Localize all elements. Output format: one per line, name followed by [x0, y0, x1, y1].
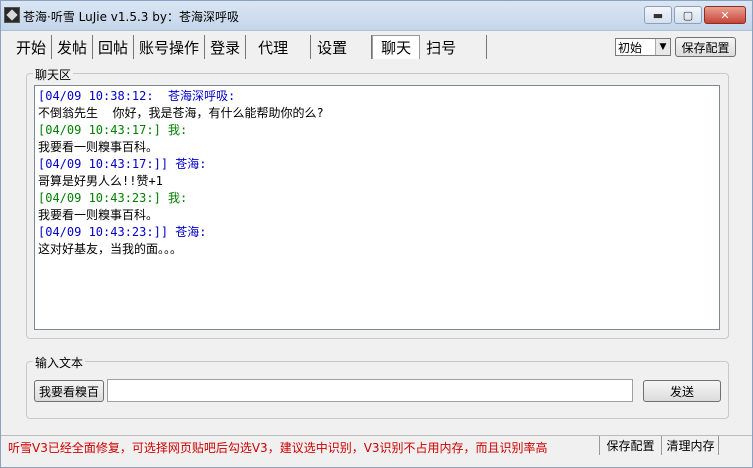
chat-group: 聊天区 [04/09 10:38:12: 苍海深呼吸: 不倒翁先生 你好，我是苍…	[26, 66, 729, 339]
chat-line: [04/09 10:43:17:] 我:	[38, 123, 188, 137]
tab-scan[interactable]: 扫号	[420, 35, 488, 59]
quick-message-button[interactable]: 我要看糗百	[34, 380, 104, 402]
tab-reply[interactable]: 回帖	[93, 35, 135, 59]
tab-post[interactable]: 发帖	[52, 35, 94, 59]
tab-chat[interactable]: 聊天	[372, 35, 421, 59]
chat-line: [04/09 10:43:23:]] 苍海:	[38, 225, 207, 239]
maximize-button[interactable]: ▢	[674, 6, 702, 24]
close-button[interactable]: ✕	[704, 6, 746, 24]
tab-start[interactable]: 开始	[1, 35, 53, 59]
tab-proxy[interactable]: 代理	[246, 35, 312, 59]
chat-log[interactable]: [04/09 10:38:12: 苍海深呼吸: 不倒翁先生 你好，我是苍海，有什…	[34, 85, 720, 330]
input-group-title: 输入文本	[33, 354, 86, 371]
close-icon: ✕	[720, 8, 730, 22]
app-icon	[4, 7, 20, 23]
chat-line: 不倒翁先生 你好，我是苍海，有什么能帮助你的么?	[38, 106, 324, 120]
tab-account[interactable]: 账号操作	[134, 35, 206, 59]
minimize-button[interactable]: ▬	[644, 6, 672, 24]
send-button[interactable]: 发送	[643, 380, 721, 402]
title-bar[interactable]: 苍海·听雪 LuJie v1.5.3 by：苍海深呼吸 ▬ ▢ ✕	[1, 1, 752, 31]
chevron-down-icon[interactable]: ▼	[655, 39, 670, 55]
chat-line: [04/09 10:38:12: 苍海深呼吸:	[38, 89, 236, 103]
chat-line: 哥算是好男人么!!赞+1	[38, 174, 163, 188]
window-controls: ▬ ▢ ✕	[644, 6, 746, 24]
message-input[interactable]	[107, 379, 633, 402]
status-bar: 听雪V3已经全面修复，可选择网页贴吧后勾选V3，建议选中识别，V3识别不占用内存…	[1, 435, 752, 455]
maximize-icon: ▢	[682, 8, 694, 22]
tab-bar: 开始 发帖 回帖 账号操作 登录 代理 设置 聊天 扫号	[1, 35, 488, 61]
minimize-icon: ▬	[652, 8, 664, 22]
input-group: 输入文本 我要看糗百 发送	[26, 354, 729, 419]
preset-select[interactable]: 初始 ▼	[615, 38, 671, 56]
status-message: 听雪V3已经全面修复，可选择网页贴吧后勾选V3，建议选中识别，V3识别不占用内存…	[8, 441, 548, 455]
chat-group-title: 聊天区	[33, 66, 74, 83]
chat-line: [04/09 10:43:23:] 我:	[38, 191, 188, 205]
status-save-config-button[interactable]: 保存配置	[599, 436, 662, 455]
save-config-button[interactable]: 保存配置	[675, 37, 736, 57]
app-window: 苍海·听雪 LuJie v1.5.3 by：苍海深呼吸 ▬ ▢ ✕ 开始 发帖 …	[0, 0, 753, 468]
tab-login[interactable]: 登录	[205, 35, 247, 59]
tab-settings[interactable]: 设置	[311, 35, 373, 59]
chat-line: 我要看一则糗事百科。	[38, 208, 159, 222]
chat-line: 这对好基友，当我的面。。。	[38, 242, 183, 256]
window-title: 苍海·听雪 LuJie v1.5.3 by：苍海深呼吸	[23, 10, 239, 24]
clear-memory-button[interactable]: 清理内存	[663, 436, 719, 455]
chat-line: [04/09 10:43:17:]] 苍海:	[38, 157, 207, 171]
preset-value: 初始	[618, 40, 643, 55]
chat-line: 我要看一则糗事百科。	[38, 140, 159, 154]
